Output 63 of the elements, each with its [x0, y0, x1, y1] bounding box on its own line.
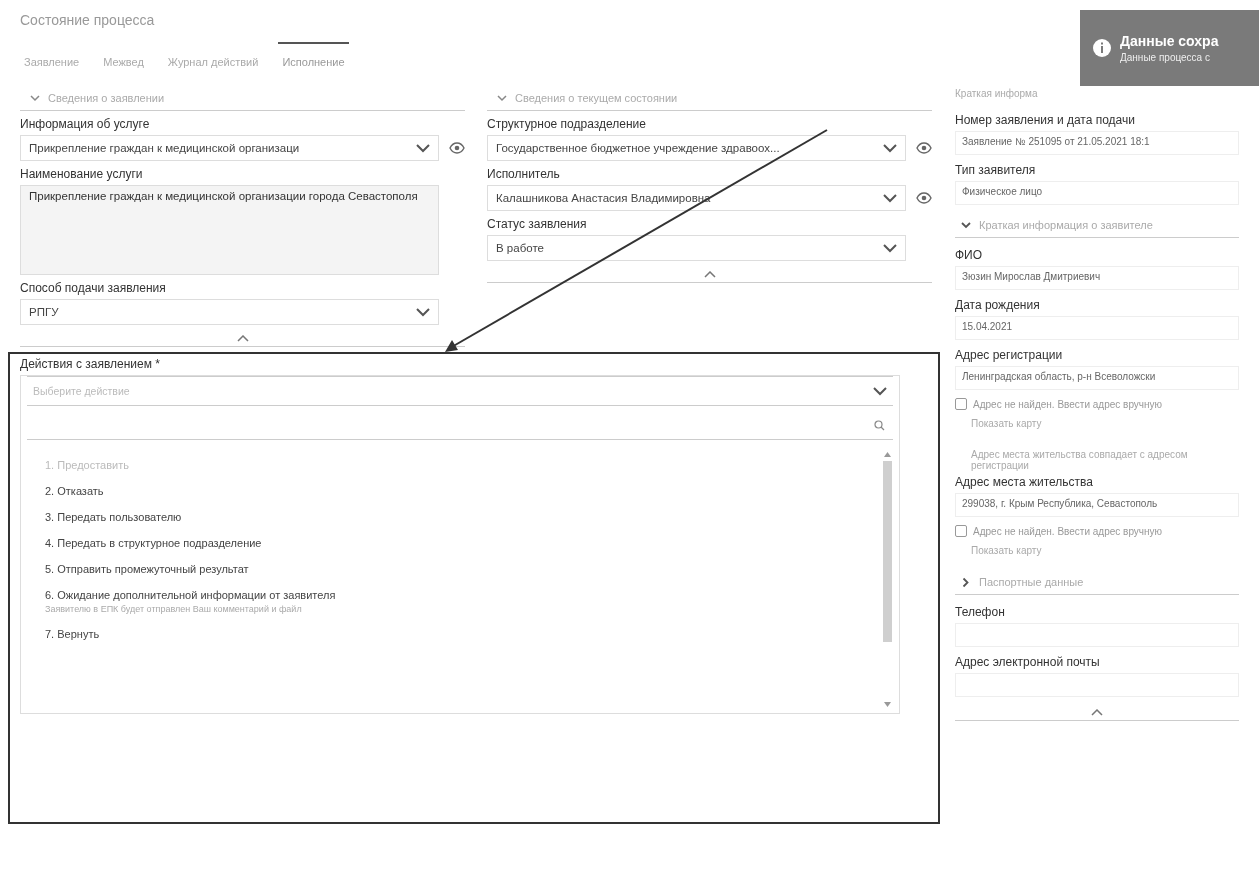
option-item[interactable]: 5. Отправить промежуточный результат	[27, 556, 881, 582]
field-label: Статус заявления	[487, 217, 588, 231]
select-field[interactable]: Калашникова Анастасия Владимировна	[487, 185, 906, 211]
eye-icon[interactable]	[916, 142, 932, 154]
checkbox[interactable]	[955, 398, 967, 410]
checkbox[interactable]	[955, 525, 967, 537]
scrollbar[interactable]	[881, 452, 893, 707]
chevron-icon	[30, 94, 40, 102]
field-label: Исполнитель	[487, 167, 561, 181]
field-label: Адрес электронной почты	[955, 655, 1101, 669]
input-field[interactable]: Заявление № 251095 от 21.05.2021 18:1	[955, 131, 1239, 155]
search-icon	[874, 420, 885, 431]
input-field[interactable]: 299038, г. Крым Республика, Севастополь	[955, 493, 1239, 517]
chevron-down-icon	[883, 243, 897, 253]
field-label: Адрес регистрации	[955, 348, 1064, 362]
scroll-up-icon[interactable]	[883, 452, 891, 457]
info-icon	[1092, 38, 1112, 58]
eye-icon[interactable]	[449, 142, 465, 154]
scroll-down-icon[interactable]	[883, 702, 891, 707]
select-field[interactable]: Прикрепление граждан к медицинской организаци	[20, 135, 439, 161]
chevron-icon	[961, 221, 971, 229]
option-item[interactable]: 6. Ожидание дополнительной информации от заявителя Заявителю в ЕПК будет отправлен Ваш комментарий и файл	[27, 582, 881, 621]
checkbox-label: Адрес не найден. Ввести адрес вручную	[973, 398, 1163, 410]
option-item[interactable]: 2. Отказать	[27, 478, 881, 504]
panel-heading: Краткая информа	[955, 88, 1039, 99]
chevron-down-icon	[883, 143, 897, 153]
collapse-icon[interactable]	[1091, 709, 1103, 716]
select-field[interactable]: РПГУ	[20, 299, 439, 325]
input-field[interactable]: Физическое лицо	[955, 181, 1239, 205]
textarea-field[interactable]: Прикрепление граждан к медицинской организации города Севастополя	[20, 185, 439, 275]
chevron-icon	[962, 577, 970, 587]
option-item[interactable]: 3. Передать пользователю	[27, 504, 881, 530]
input-field[interactable]: Зюзин Мирослав Дмитриевич	[955, 266, 1239, 290]
field-label: Способ подачи заявления	[20, 281, 167, 295]
chevron-down-icon	[416, 307, 430, 317]
collapse-icon[interactable]	[236, 335, 249, 342]
select-field[interactable]: Государственное бюджетное учреждение здравоох...	[487, 135, 906, 161]
page-title: Состояние процесса	[20, 12, 156, 28]
field-label: Тип заявителя	[955, 163, 1037, 177]
field-label: Информация об услуге	[20, 117, 151, 131]
field-label: Структурное подразделение	[487, 117, 647, 131]
eye-icon[interactable]	[916, 192, 932, 204]
chevron-icon	[497, 94, 507, 102]
option-item[interactable]: 7. Вернуть	[27, 621, 881, 647]
toast-title: Данные сохра	[1120, 33, 1219, 49]
field-label: Наименование услуги	[20, 167, 144, 181]
field-label: Номер заявления и дата подачи	[955, 113, 1136, 127]
input-field[interactable]: Ленинградская область, р-н Всеволожски	[955, 366, 1239, 390]
field-label: Адрес места жительства	[955, 475, 1094, 489]
field-label: ФИО	[955, 248, 984, 262]
option-item[interactable]: 4. Передать в структурное подразделение	[27, 530, 881, 556]
field-label: Телефон	[955, 605, 1006, 619]
chevron-down-icon	[873, 386, 887, 396]
chevron-down-icon	[416, 143, 430, 153]
input-field[interactable]: 15.04.2021	[955, 316, 1239, 340]
field-label: Дата рождения	[955, 298, 1041, 312]
checkbox-label: Адрес не найден. Ввести адрес вручную	[973, 525, 1163, 537]
chevron-down-icon	[883, 193, 897, 203]
field-label: Действия с заявлением *	[20, 357, 161, 371]
toast-message: Данные процесса с	[1120, 52, 1211, 63]
collapse-icon[interactable]	[703, 271, 716, 278]
select-field[interactable]: В работе	[487, 235, 906, 261]
note-text: Адрес места жительства совпадает с адресом регистрации	[970, 448, 1189, 471]
